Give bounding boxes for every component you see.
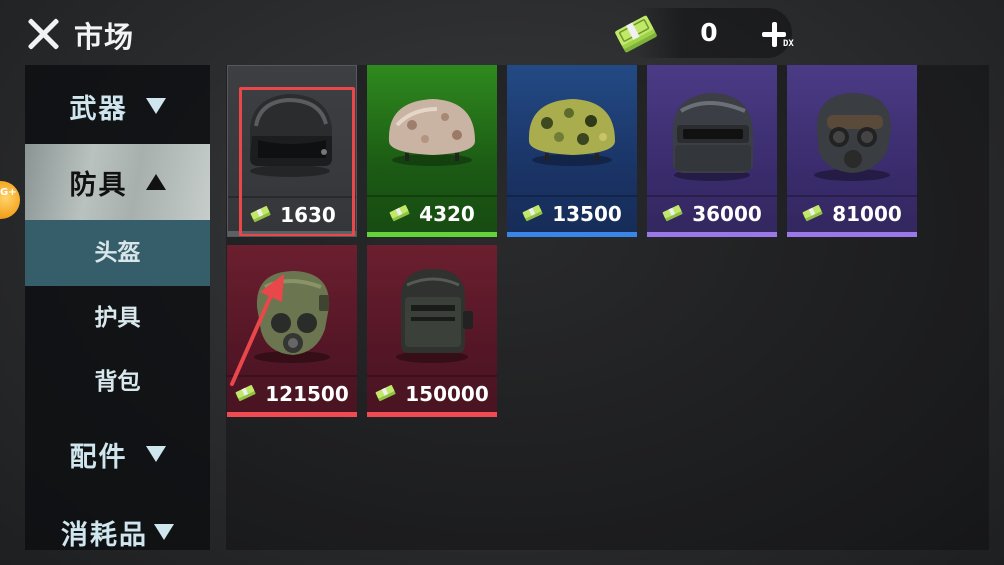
- level3-spetsnaz-helmet-icon: [672, 93, 753, 181]
- cash-icon: [389, 205, 410, 222]
- category-armor[interactable]: 防具: [25, 144, 210, 220]
- item-price: 1630: [280, 203, 336, 227]
- page-title: 市场: [74, 20, 135, 54]
- chevron-down-icon: [145, 98, 166, 114]
- price-tag: 13500: [507, 197, 637, 231]
- close-icon[interactable]: [26, 16, 62, 52]
- rarity-bar: [228, 231, 356, 236]
- item-card-helmet-4[interactable]: 36000: [647, 65, 777, 237]
- chevron-up-icon: [145, 174, 166, 190]
- cash-icon: [375, 385, 396, 402]
- item-price: 36000: [692, 202, 762, 226]
- price-tag: 36000: [647, 197, 777, 231]
- item-card-helmet-2[interactable]: 4320: [367, 65, 497, 237]
- add-badge-text: DX: [783, 39, 794, 49]
- cash-icon: [235, 385, 256, 402]
- open-face-helmet-icon: [249, 94, 332, 177]
- category-label: 防具: [69, 169, 128, 201]
- price-tag: 121500: [227, 377, 357, 411]
- item-price: 81000: [832, 202, 902, 226]
- item-card-helmet-5[interactable]: 81000: [787, 65, 917, 237]
- item-price: 13500: [552, 202, 622, 226]
- category-label: 消耗品: [61, 519, 148, 551]
- category-weapons[interactable]: 武器: [25, 75, 210, 137]
- category-consumables[interactable]: 消耗品: [25, 501, 210, 563]
- category-attachments[interactable]: 配件: [25, 423, 210, 485]
- rarity-bar: [787, 232, 917, 237]
- subcategory-backpack[interactable]: 背包: [25, 350, 210, 414]
- cash-icon: [522, 205, 543, 222]
- cash-icon: [662, 205, 683, 222]
- visor-armored-helmet-icon: [396, 269, 473, 363]
- event-badge-icon[interactable]: G+: [0, 181, 20, 219]
- woodland-camo-helmet-icon: [528, 99, 615, 166]
- add-currency-button[interactable]: DX: [762, 20, 798, 52]
- rarity-bar: [647, 232, 777, 237]
- desert-camo-helmet-icon: [388, 99, 475, 166]
- item-card-helmet-6[interactable]: 121500: [227, 245, 357, 417]
- category-label: 配件: [69, 441, 128, 473]
- rarity-bar: [367, 412, 497, 417]
- rarity-bar: [227, 412, 357, 417]
- item-card-helmet-1[interactable]: 1630: [227, 65, 357, 237]
- subcategory-helmet[interactable]: 头盔: [25, 220, 210, 286]
- item-price: 4320: [419, 202, 475, 226]
- cash-icon: [250, 206, 271, 223]
- currency-value: 0: [700, 18, 718, 47]
- chevron-down-icon: [154, 524, 174, 540]
- cash-icon: [615, 15, 657, 53]
- item-price: 150000: [405, 382, 489, 406]
- item-card-helmet-7[interactable]: 150000: [367, 245, 497, 417]
- price-tag: 81000: [787, 197, 917, 231]
- item-price: 121500: [265, 382, 349, 406]
- price-tag: 150000: [367, 377, 497, 411]
- price-tag: 4320: [367, 197, 497, 231]
- item-card-helmet-3[interactable]: 13500: [507, 65, 637, 237]
- cash-icon: [802, 205, 823, 222]
- price-tag: 1630: [228, 198, 356, 232]
- chevron-down-icon: [145, 446, 166, 462]
- tactical-gasmask-helmet-icon: [254, 271, 330, 363]
- category-sidebar: 武器 防具 头盔 护具 背包 配件 消耗品: [25, 65, 210, 551]
- rarity-bar: [367, 232, 497, 237]
- rarity-bar: [507, 232, 637, 237]
- category-label: 武器: [69, 93, 128, 125]
- event-badge-text: G+: [0, 187, 17, 198]
- subcategory-armor-vest[interactable]: 护具: [25, 286, 210, 350]
- gasmask-helmet-icon: [814, 93, 892, 181]
